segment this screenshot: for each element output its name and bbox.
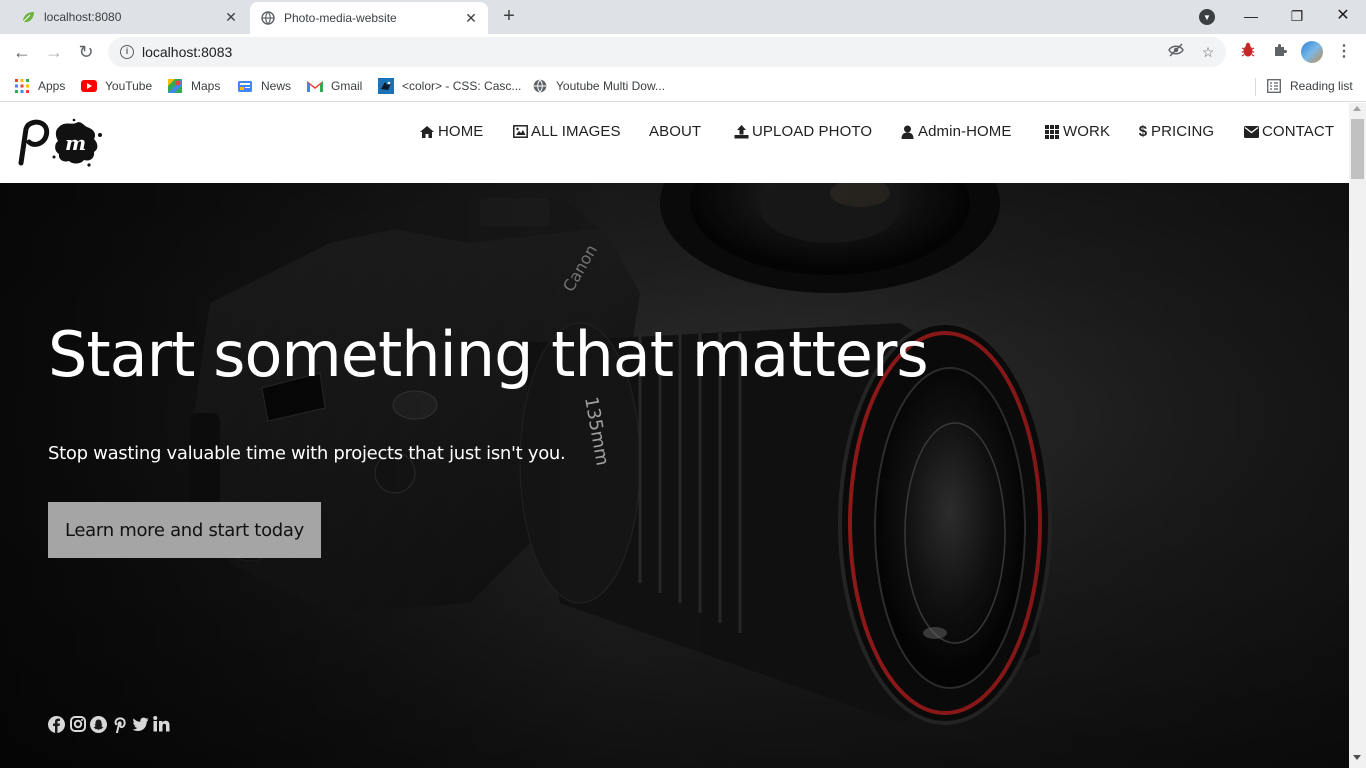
svg-text:m: m xyxy=(65,131,86,155)
reading-list-icon xyxy=(1266,78,1282,94)
tab-title: localhost:8080 xyxy=(44,10,122,24)
nav-label: PRICING xyxy=(1151,123,1215,140)
site-navbar: m HOME ALL IMAGES ABOUT UPLOAD PHOTO Adm… xyxy=(0,103,1349,183)
news-icon xyxy=(237,78,253,94)
minimize-button[interactable]: — xyxy=(1236,4,1266,28)
bookmark-label: Maps xyxy=(191,79,221,93)
site-logo[interactable]: m xyxy=(14,117,104,169)
upload-icon xyxy=(733,124,749,140)
user-icon xyxy=(899,124,915,140)
bookmark-label: YouTube xyxy=(105,79,153,93)
bookmark-label: Apps xyxy=(38,79,66,93)
bug-extension-icon[interactable] xyxy=(1238,42,1258,62)
eye-slash-icon[interactable] xyxy=(1167,43,1185,61)
pinterest-icon[interactable] xyxy=(111,715,128,733)
nav-label: Admin-HOME xyxy=(918,123,1012,140)
nav-all-images[interactable]: ALL IMAGES xyxy=(512,123,621,140)
bookmark-youtube[interactable]: YouTube xyxy=(81,77,152,95)
hero-title: Start something that matters xyxy=(48,318,929,391)
bookmarks-divider xyxy=(1255,78,1256,96)
gmail-icon xyxy=(307,78,323,94)
grid-icon xyxy=(1044,124,1060,140)
scroll-up-arrow[interactable] xyxy=(1353,106,1361,111)
forward-button[interactable]: → xyxy=(42,40,66,64)
browser-toolbar: ← → ↻ i localhost:8083 ☆ ⋮ xyxy=(0,34,1366,70)
new-tab-button[interactable]: + xyxy=(498,6,520,28)
bookmark-news[interactable]: News xyxy=(237,77,291,95)
camera-background-image: Canon 135mm xyxy=(0,183,1349,768)
nav-label: ABOUT xyxy=(649,123,702,140)
hero-subtitle: Stop wasting valuable time with projects… xyxy=(48,443,566,464)
browser-tab-strip: localhost:8080 ✕ Photo-media-website ✕ +… xyxy=(0,0,1366,34)
reload-button[interactable]: ↻ xyxy=(74,40,98,64)
instagram-icon[interactable] xyxy=(69,715,86,733)
globe-icon xyxy=(532,78,548,94)
hero-section: Canon 135mm Start s xyxy=(0,183,1349,768)
bookmark-label: Gmail xyxy=(331,79,363,93)
tab-photo-media-website[interactable]: Photo-media-website ✕ xyxy=(250,2,488,34)
nav-work[interactable]: WORK xyxy=(1044,123,1110,140)
scrollbar-thumb[interactable] xyxy=(1351,119,1364,179)
mdn-icon xyxy=(378,78,394,94)
nav-about[interactable]: ABOUT xyxy=(649,123,701,140)
bookmark-mdn-css-color[interactable]: <color> - CSS: Casc... xyxy=(378,77,521,95)
bookmark-youtube-multi-downloader[interactable]: Youtube Multi Dow... xyxy=(532,77,665,95)
nav-contact[interactable]: CONTACT xyxy=(1243,123,1334,140)
kebab-menu-icon[interactable]: ⋮ xyxy=(1334,42,1354,62)
star-icon[interactable]: ☆ xyxy=(1199,43,1217,61)
close-icon[interactable]: ✕ xyxy=(222,8,240,26)
bookmark-maps[interactable]: Maps xyxy=(167,77,220,95)
globe-icon xyxy=(260,10,276,26)
scroll-down-arrow[interactable] xyxy=(1353,755,1361,760)
profile-avatar[interactable] xyxy=(1301,41,1323,63)
nav-label: ALL IMAGES xyxy=(531,123,621,140)
facebook-icon[interactable] xyxy=(48,715,65,733)
restore-button[interactable]: ❐ xyxy=(1282,4,1312,28)
nav-upload-photo[interactable]: UPLOAD PHOTO xyxy=(733,123,872,140)
info-icon[interactable]: i xyxy=(120,45,134,59)
tab-search-icon[interactable]: ▼ xyxy=(1199,9,1215,25)
bookmarks-bar: Apps YouTube Maps News Gmail <color> - C… xyxy=(0,70,1366,102)
puzzle-extensions-icon[interactable] xyxy=(1270,42,1290,62)
maps-icon xyxy=(167,78,183,94)
address-bar[interactable]: i localhost:8083 ☆ xyxy=(108,37,1226,67)
bookmark-apps[interactable]: Apps xyxy=(14,77,65,95)
page-viewport: m HOME ALL IMAGES ABOUT UPLOAD PHOTO Adm… xyxy=(0,103,1349,768)
envelope-icon xyxy=(1243,124,1259,140)
bookmark-label: News xyxy=(261,79,292,93)
nav-label: UPLOAD PHOTO xyxy=(752,123,873,140)
spring-leaf-icon xyxy=(20,9,36,25)
dollar-icon: $ xyxy=(1138,123,1148,140)
image-icon xyxy=(512,124,528,140)
nav-label: WORK xyxy=(1063,123,1111,140)
bookmark-label: Youtube Multi Dow... xyxy=(556,79,665,93)
reading-list-label: Reading list xyxy=(1290,79,1353,93)
nav-pricing[interactable]: $ PRICING xyxy=(1138,123,1214,140)
tab-localhost-8080[interactable]: localhost:8080 ✕ xyxy=(8,0,248,34)
twitter-icon[interactable] xyxy=(132,715,149,733)
home-icon xyxy=(419,124,435,140)
page-scrollbar[interactable] xyxy=(1349,103,1366,768)
url-text[interactable]: localhost:8083 xyxy=(142,44,232,60)
nav-admin-home[interactable]: Admin-HOME xyxy=(899,123,1012,140)
nav-label: HOME xyxy=(438,123,484,140)
linkedin-icon[interactable] xyxy=(153,715,170,733)
snapchat-icon[interactable] xyxy=(90,715,107,733)
youtube-icon xyxy=(81,78,97,94)
bookmark-gmail[interactable]: Gmail xyxy=(307,77,362,95)
learn-more-button[interactable]: Learn more and start today xyxy=(48,502,321,558)
nav-label: CONTACT xyxy=(1262,123,1335,140)
social-links xyxy=(48,715,170,733)
nav-home[interactable]: HOME xyxy=(419,123,483,140)
reading-list-button[interactable]: Reading list xyxy=(1266,77,1353,95)
close-window-button[interactable]: ✕ xyxy=(1328,4,1358,28)
bookmark-label: <color> - CSS: Casc... xyxy=(402,79,522,93)
close-icon[interactable]: ✕ xyxy=(462,9,480,27)
back-button[interactable]: ← xyxy=(10,40,34,64)
apps-grid-icon xyxy=(14,78,30,94)
tab-title: Photo-media-website xyxy=(284,11,397,25)
